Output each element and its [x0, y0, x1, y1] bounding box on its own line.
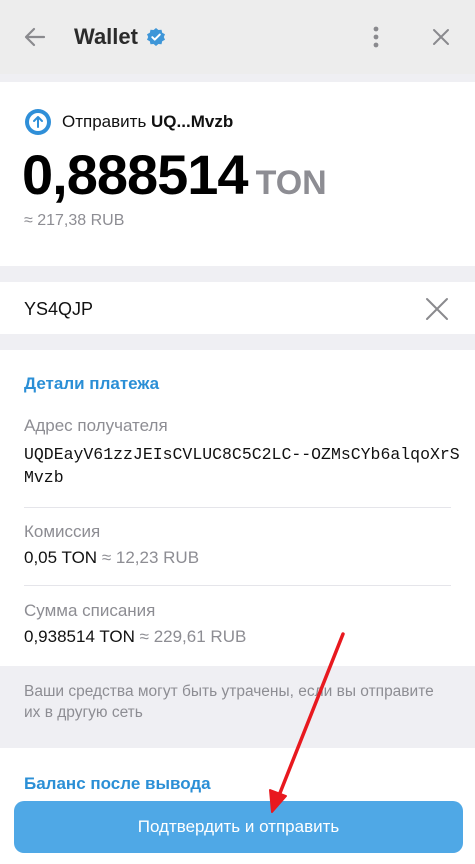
arrow-left-icon[interactable] — [22, 24, 48, 50]
divider — [24, 507, 451, 508]
send-description: Отправить UQ...Mvzb — [62, 112, 233, 132]
total-value-row: 0,938514 TON ≈ 229,61 RUB — [24, 627, 246, 647]
header-title-group: Wallet — [74, 24, 166, 50]
network-warning: Ваши средства могут быть утрачены, если … — [24, 683, 434, 721]
send-action-label: Отправить — [62, 112, 147, 131]
payment-details: Детали платежа Адрес получателя UQDEayV6… — [0, 350, 475, 666]
fee-value-row: 0,05 TON ≈ 12,23 RUB — [24, 548, 199, 568]
balance-after-title: Баланс после вывода — [24, 774, 211, 793]
comment-input[interactable] — [24, 296, 404, 322]
amount-currency: TON — [255, 164, 327, 202]
total-label: Сумма списания — [24, 601, 156, 620]
confirm-send-button[interactable]: Подтвердить и отправить — [14, 801, 463, 853]
header-bar: Wallet — [0, 0, 475, 74]
details-title: Детали платежа — [24, 374, 160, 393]
close-icon[interactable] — [428, 24, 454, 50]
amount-fiat: ≈ 217,38 RUB — [24, 212, 125, 229]
amount-value: 0,888514 — [22, 143, 249, 206]
fee-value: 0,05 TON — [24, 548, 98, 567]
verified-badge-icon — [146, 28, 165, 46]
fee-fiat: ≈ 12,23 RUB — [101, 548, 200, 567]
total-value: 0,938514 TON — [24, 627, 135, 646]
recipient-address[interactable]: UQDEayV61zzJEIsCVLUC8C5C2LC--OZMsCYb6alq… — [24, 443, 464, 489]
divider — [24, 585, 451, 586]
comment-row — [0, 282, 475, 334]
close-icon[interactable] — [424, 296, 450, 322]
amount-card: Отправить UQ...Mvzb 0,888514 TON ≈ 217,3… — [0, 82, 475, 266]
amount-row: 0,888514 TON — [22, 142, 327, 207]
send-arrow-up-icon — [25, 109, 51, 135]
fee-label: Комиссия — [24, 522, 101, 541]
recipient-label: Адрес получателя — [24, 416, 168, 435]
send-row: Отправить UQ...Mvzb — [24, 108, 233, 136]
total-fiat: ≈ 229,61 RUB — [139, 627, 247, 646]
vertical-dots-icon[interactable] — [366, 24, 386, 50]
recipient-short: UQ...Mvzb — [151, 112, 234, 131]
page-title: Wallet — [74, 24, 138, 49]
